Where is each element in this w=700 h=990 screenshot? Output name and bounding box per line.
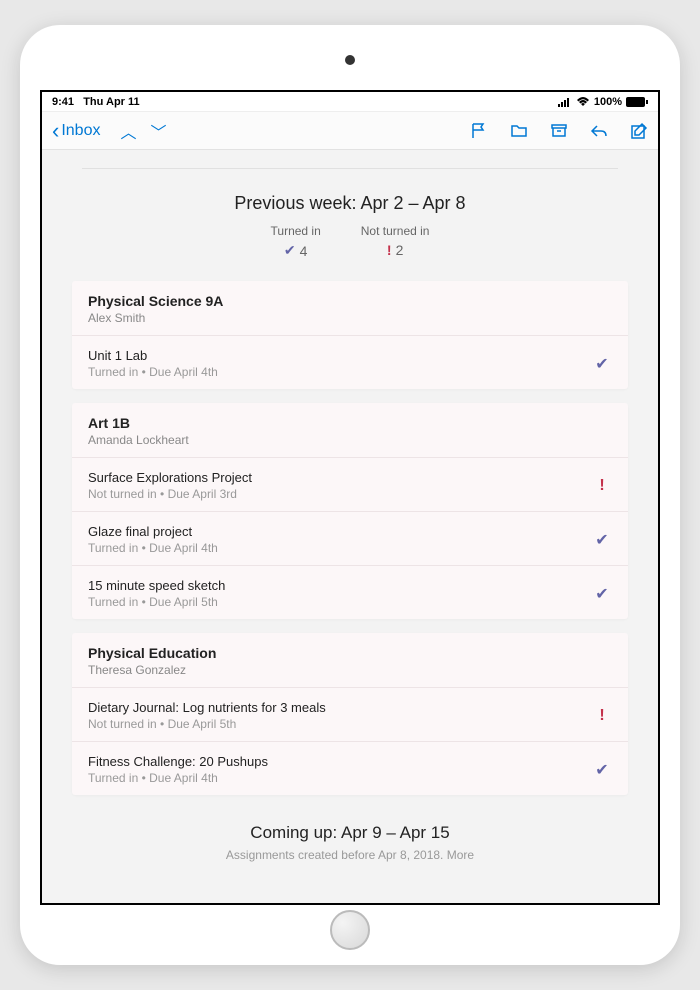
- flag-icon[interactable]: [470, 122, 488, 140]
- assignment-main: Surface Explorations Project Not turned i…: [88, 470, 592, 501]
- assignment-main: 15 minute speed sketch Turned in • Due Ap…: [88, 578, 592, 609]
- battery-percent: 100%: [594, 96, 622, 108]
- check-icon: ✔: [592, 584, 612, 604]
- assignment-main: Glaze final project Turned in • Due April…: [88, 524, 592, 555]
- assignment-status: Turned in • Due April 4th: [88, 771, 592, 785]
- assignment-title: Glaze final project: [88, 524, 592, 539]
- alert-icon: !: [592, 477, 612, 495]
- check-icon: ✔: [592, 354, 612, 374]
- assignment-status: Not turned in • Due April 5th: [88, 717, 592, 731]
- teacher-name: Alex Smith: [88, 311, 612, 325]
- class-section: Art 1B Amanda Lockheart Surface Exploratio…: [72, 403, 628, 619]
- assignment-title: 15 minute speed sketch: [88, 578, 592, 593]
- back-label: Inbox: [61, 122, 100, 140]
- section-header: Art 1B Amanda Lockheart: [72, 403, 628, 457]
- coming-sub: Assignments created before Apr 8, 2018. …: [72, 847, 628, 864]
- assignment-row[interactable]: Glaze final project Turned in • Due April…: [72, 511, 628, 565]
- class-section: Physical Education Theresa Gonzalez Dietar…: [72, 633, 628, 795]
- prev-message-button[interactable]: ︿: [120, 119, 136, 143]
- status-right: 100%: [558, 96, 648, 108]
- nav-bar: ‹ Inbox ︿ ﹀: [42, 112, 658, 150]
- not-turned-summary: Not turned in !2: [361, 224, 430, 259]
- camera: [345, 55, 355, 65]
- coming-title: Coming up: Apr 9 – Apr 15: [72, 823, 628, 843]
- assignment-row[interactable]: Fitness Challenge: 20 Pushups Turned in •…: [72, 741, 628, 795]
- assignment-title: Fitness Challenge: 20 Pushups: [88, 754, 592, 769]
- assignment-title: Surface Explorations Project: [88, 470, 592, 485]
- assignment-row[interactable]: Dietary Journal: Log nutrients for 3 mea…: [72, 687, 628, 741]
- assignment-main: Fitness Challenge: 20 Pushups Turned in •…: [88, 754, 592, 785]
- archive-icon[interactable]: [550, 122, 568, 140]
- check-icon: ✔: [284, 242, 296, 259]
- coming-up: Coming up: Apr 9 – Apr 15 Assignments cr…: [72, 823, 628, 864]
- sections-container: Physical Science 9A Alex Smith Unit 1 Lab T…: [72, 281, 628, 795]
- status-left: 9:41 Thu Apr 11: [52, 96, 140, 108]
- turned-in-summary: Turned in ✔4: [271, 224, 321, 259]
- week-heading: Previous week: Apr 2 – Apr 8: [72, 193, 628, 214]
- chevron-left-icon: ‹: [52, 118, 59, 144]
- status-day: Thu Apr 11: [83, 96, 139, 108]
- folder-icon[interactable]: [510, 122, 528, 140]
- assignment-title: Unit 1 Lab: [88, 348, 592, 363]
- teacher-name: Theresa Gonzalez: [88, 663, 612, 677]
- turned-in-label: Turned in: [271, 224, 321, 238]
- assignment-status: Not turned in • Due April 3rd: [88, 487, 592, 501]
- wifi-icon: [576, 97, 590, 107]
- teacher-name: Amanda Lockheart: [88, 433, 612, 447]
- screen: 9:41 Thu Apr 11 100% ‹ Inbox ︿ ﹀: [40, 90, 660, 905]
- summary-row: Turned in ✔4 Not turned in !2: [72, 224, 628, 259]
- back-button[interactable]: ‹ Inbox: [52, 118, 100, 144]
- section-header: Physical Science 9A Alex Smith: [72, 281, 628, 335]
- email-content: Previous week: Apr 2 – Apr 8 Turned in ✔…: [42, 150, 658, 903]
- assignment-status: Turned in • Due April 4th: [88, 365, 592, 379]
- compose-icon[interactable]: [630, 122, 648, 140]
- assignment-main: Dietary Journal: Log nutrients for 3 mea…: [88, 700, 592, 731]
- device-frame: 9:41 Thu Apr 11 100% ‹ Inbox ︿ ﹀: [20, 25, 680, 965]
- next-message-button[interactable]: ﹀: [150, 119, 166, 143]
- assignment-row[interactable]: Surface Explorations Project Not turned i…: [72, 457, 628, 511]
- class-title: Physical Education: [88, 645, 612, 661]
- alert-icon: !: [387, 242, 392, 258]
- status-bar: 9:41 Thu Apr 11 100%: [42, 92, 658, 112]
- check-icon: ✔: [592, 760, 612, 780]
- not-turned-count: 2: [396, 242, 404, 258]
- assignment-status: Turned in • Due April 4th: [88, 541, 592, 555]
- class-title: Art 1B: [88, 415, 612, 431]
- check-icon: ✔: [592, 530, 612, 550]
- assignment-row[interactable]: Unit 1 Lab Turned in • Due April 4th✔: [72, 335, 628, 389]
- assignment-status: Turned in • Due April 5th: [88, 595, 592, 609]
- home-button[interactable]: [330, 910, 370, 950]
- class-title: Physical Science 9A: [88, 293, 612, 309]
- battery-icon: [626, 97, 648, 107]
- section-header: Physical Education Theresa Gonzalez: [72, 633, 628, 687]
- assignment-title: Dietary Journal: Log nutrients for 3 mea…: [88, 700, 592, 715]
- assignment-row[interactable]: 15 minute speed sketch Turned in • Due Ap…: [72, 565, 628, 619]
- cellular-icon: [558, 97, 572, 107]
- turned-in-count: 4: [300, 243, 308, 259]
- reply-icon[interactable]: [590, 122, 608, 140]
- alert-icon: !: [592, 707, 612, 725]
- divider: [82, 168, 618, 169]
- not-turned-label: Not turned in: [361, 224, 430, 238]
- class-section: Physical Science 9A Alex Smith Unit 1 Lab T…: [72, 281, 628, 389]
- status-time: 9:41: [52, 96, 74, 108]
- assignment-main: Unit 1 Lab Turned in • Due April 4th: [88, 348, 592, 379]
